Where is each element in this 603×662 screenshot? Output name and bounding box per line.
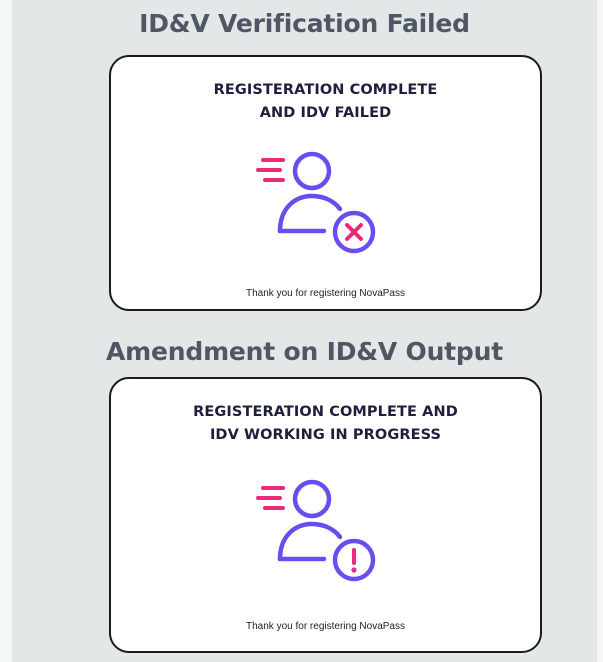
motion-lines-icon [256,486,285,510]
user-head-icon [292,151,332,191]
card-heading-line: REGISTERATION COMPLETE AND [193,404,458,420]
verification-panel: ID&V Verification Failed REGISTERATION C… [12,0,597,662]
user-warning-icon [256,479,376,582]
user-error-icon [256,151,376,254]
card-heading-line: AND IDV FAILED [259,105,392,121]
card-footer-text: Thank you for registering NovaPass [246,621,405,632]
card-heading: REGISTERATION COMPLETE AND IDV FAILED [111,79,540,125]
exclamation-icon [332,538,376,582]
idv-in-progress-card: REGISTERATION COMPLETE AND IDV WORKING I… [109,377,542,653]
section-title-failed: ID&V Verification Failed [139,9,470,38]
card-heading-line: REGISTERATION COMPLETE [213,82,438,98]
motion-lines-icon [256,158,285,182]
idv-failed-card: REGISTERATION COMPLETE AND IDV FAILED Th… [109,55,542,311]
error-x-icon [332,210,376,254]
section-title-amendment: Amendment on ID&V Output [106,337,503,366]
user-head-icon [292,479,332,519]
card-heading: REGISTERATION COMPLETE AND IDV WORKING I… [111,401,540,447]
card-heading-line: IDV WORKING IN PROGRESS [209,427,442,443]
card-footer-text: Thank you for registering NovaPass [246,288,405,299]
